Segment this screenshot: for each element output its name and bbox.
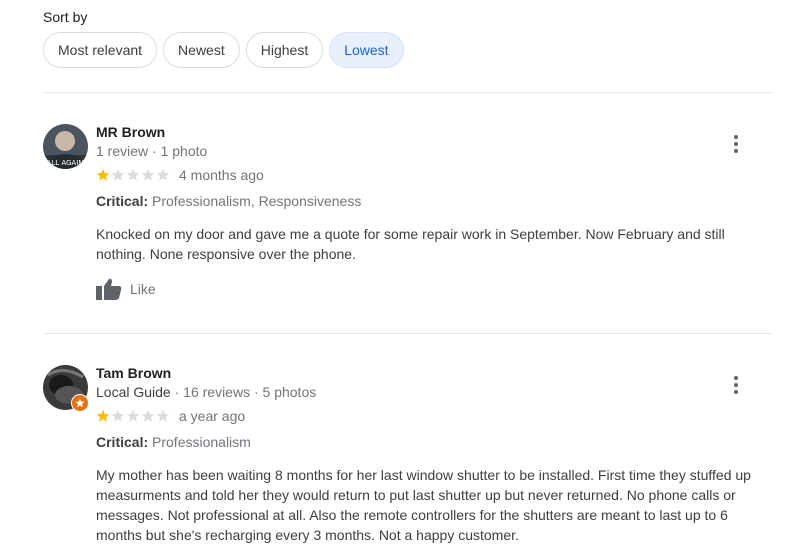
more-options-icon[interactable] <box>726 375 746 395</box>
like-label: Like <box>130 281 156 297</box>
like-button[interactable]: Like <box>96 278 776 300</box>
reviewer-meta: Local Guide · 16 reviews · 5 photos <box>96 383 776 401</box>
reviewer-stats: · 16 reviews · 5 photos <box>170 384 317 400</box>
star-empty-icon <box>111 168 125 181</box>
sort-newest-chip[interactable]: Newest <box>163 32 240 68</box>
sort-label: Sort by <box>43 9 88 25</box>
star-empty-icon <box>126 168 140 181</box>
review-text: My mother has been waiting 8 months for … <box>96 467 751 543</box>
star-empty-icon <box>156 409 170 422</box>
critical-label: Critical: <box>96 193 149 209</box>
star-empty-icon <box>141 409 155 422</box>
reviewer-name[interactable]: MR Brown <box>96 124 776 141</box>
local-guide-badge-icon <box>71 394 89 412</box>
sort-highest-chip[interactable]: Highest <box>245 32 324 68</box>
critical-label: Critical: <box>96 434 149 450</box>
sort-options: Most relevant Newest Highest Lowest <box>43 32 404 68</box>
critical-tags: Critical: Professionalism, Responsivenes… <box>96 192 776 210</box>
divider <box>43 92 773 93</box>
star-filled-icon <box>96 168 110 181</box>
rating-row: 4 months ago <box>96 166 776 184</box>
critical-value: Professionalism <box>152 434 251 450</box>
avatar[interactable]: ALL AGAIN <box>43 124 88 169</box>
reviewer-name[interactable]: Tam Brown <box>96 365 776 382</box>
star-empty-icon <box>126 409 140 422</box>
star-empty-icon <box>111 409 125 422</box>
divider <box>43 333 773 334</box>
reviewer-meta: 1 review · 1 photo <box>96 143 208 159</box>
star-empty-icon <box>156 168 170 181</box>
review-text: Knocked on my door and gave me a quote f… <box>96 226 725 262</box>
review-date: a year ago <box>179 408 246 424</box>
star-empty-icon <box>141 168 155 181</box>
star-rating <box>96 168 170 182</box>
local-guide-label: Local Guide <box>96 384 171 400</box>
review-date: 4 months ago <box>179 167 264 183</box>
thumbs-up-icon <box>96 278 122 300</box>
critical-value: Professionalism, Responsiveness <box>152 193 362 209</box>
sort-lowest-chip[interactable]: Lowest <box>329 32 404 68</box>
sort-most-relevant-chip[interactable]: Most relevant <box>43 32 158 68</box>
svg-text:ALL AGAIN: ALL AGAIN <box>47 159 84 167</box>
critical-tags: Critical: Professionalism <box>96 433 776 451</box>
rating-row: a year ago <box>96 407 776 425</box>
star-rating <box>96 409 170 423</box>
more-options-icon[interactable] <box>726 134 746 154</box>
star-filled-icon <box>96 409 110 422</box>
